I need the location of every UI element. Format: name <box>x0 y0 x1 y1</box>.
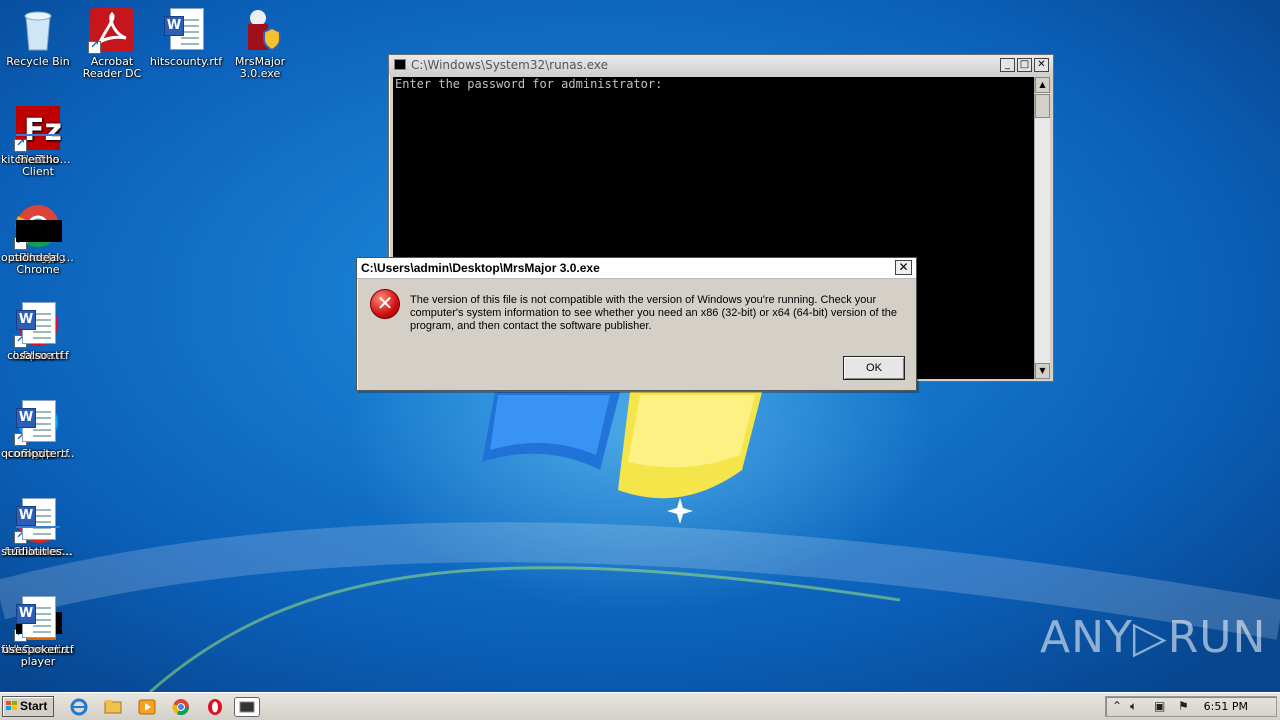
scroll-down-arrow-icon[interactable]: ▼ <box>1035 363 1050 379</box>
word-document-icon: W <box>14 300 62 348</box>
dialog-message: The version of this file is not compatib… <box>410 294 897 332</box>
error-icon: ✕ <box>370 289 400 319</box>
desktop-icon-label: Acrobat Reader DC <box>82 56 142 80</box>
image-thumbnail-icon <box>14 202 62 250</box>
console-title: C:\Windows\System32\runas.exe <box>411 58 608 72</box>
desktop-icon[interactable]: studiotitles.... <box>0 496 76 558</box>
error-dialog[interactable]: C:\Users\admin\Desktop\MrsMajor 3.0.exe … <box>356 257 917 391</box>
acrobat-icon <box>88 6 136 54</box>
console-scrollbar[interactable]: ▲ ▼ <box>1034 77 1050 379</box>
start-button[interactable]: Start <box>2 696 54 717</box>
console-icon <box>394 59 406 70</box>
mrsmajor-exe-icon <box>236 6 284 54</box>
dialog-titlebar[interactable]: C:\Users\admin\Desktop\MrsMajor 3.0.exe … <box>357 258 916 279</box>
desktop-icon-label: usespoker.rtf <box>2 644 74 656</box>
recycle-bin-icon <box>14 6 62 54</box>
volume-icon[interactable]: 🔈︎ <box>1130 699 1137 714</box>
desktop-icon[interactable]: Wosalso.rtf <box>0 300 76 362</box>
word-document-icon: W <box>162 6 210 54</box>
desktop-icon-label: hitscounty.rtf <box>149 56 223 68</box>
desktop-icon-label: qcomputer.rtf <box>1 448 76 460</box>
desktop-icon-label: kitchenthou... <box>1 154 76 166</box>
desktop-icon[interactable]: Recycle Bin <box>0 6 76 68</box>
shortcut-arrow-icon <box>88 39 101 54</box>
console-taskbar-button[interactable] <box>234 697 260 717</box>
file-explorer-icon[interactable] <box>102 697 124 717</box>
desktop-icon[interactable]: Acrobat Reader DC <box>74 6 150 80</box>
scroll-up-arrow-icon[interactable]: ▲ <box>1035 77 1050 93</box>
desktop-icon[interactable]: Whitscounty.rtf <box>148 6 224 68</box>
opera-icon[interactable] <box>204 697 226 717</box>
clock[interactable]: 6:51 PM <box>1204 700 1248 713</box>
system-tray: ⌃ 🔈︎ ▣ ⚑ 6:51 PM <box>1105 696 1277 717</box>
dialog-close-button[interactable]: ✕ <box>895 260 912 275</box>
windows-logo-icon <box>6 701 18 712</box>
dialog-title: C:\Users\admin\Desktop\MrsMajor 3.0.exe <box>361 261 600 275</box>
file-icon <box>14 496 62 544</box>
show-hidden-icons-icon[interactable]: ⌃ <box>1112 699 1122 713</box>
desktop-icon[interactable]: kitchenthou... <box>0 104 76 166</box>
scroll-thumb[interactable] <box>1035 94 1050 118</box>
desktop-icon-label: optiondeal.jpg <box>1 252 76 264</box>
chrome-icon[interactable] <box>170 697 192 717</box>
minimize-button[interactable]: _ <box>1000 58 1015 72</box>
taskbar: Start ⌃ 🔈︎ ▣ ⚑ 6:51 PM <box>0 692 1280 720</box>
start-label: Start <box>20 699 48 713</box>
close-button[interactable]: ✕ <box>1034 58 1049 72</box>
desktop-icon-label: osalso.rtf <box>12 350 64 362</box>
desktop-icon-label: MrsMajor 3.0.exe <box>234 56 286 80</box>
desktop-icon[interactable]: Wqcomputer.rtf <box>0 398 76 460</box>
desktop-icon-label: studiotitles.... <box>1 546 76 558</box>
internet-explorer-icon[interactable] <box>68 697 90 717</box>
anyrun-watermark: ANY▷RUN <box>1040 612 1267 663</box>
ok-button[interactable]: OK <box>843 356 905 380</box>
desktop-icon[interactable]: MrsMajor 3.0.exe <box>222 6 298 80</box>
desktop-icon-label: Recycle Bin <box>6 56 70 68</box>
file-icon <box>14 104 62 152</box>
console-prompt-text: Enter the password for administrator: <box>395 77 663 91</box>
network-icon[interactable]: ▣ <box>1154 699 1165 713</box>
media-player-icon[interactable] <box>136 697 158 717</box>
desktop-icon[interactable]: Wusespoker.rtf <box>0 594 76 656</box>
word-document-icon: W <box>14 398 62 446</box>
maximize-button[interactable]: □ <box>1017 58 1032 72</box>
desktop-icon[interactable]: optiondeal.jpg <box>0 202 76 264</box>
word-document-icon: W <box>14 594 62 642</box>
action-center-flag-icon[interactable]: ⚑ <box>1178 699 1189 713</box>
console-titlebar[interactable]: C:\Windows\System32\runas.exe _ □ ✕ <box>389 55 1053 75</box>
